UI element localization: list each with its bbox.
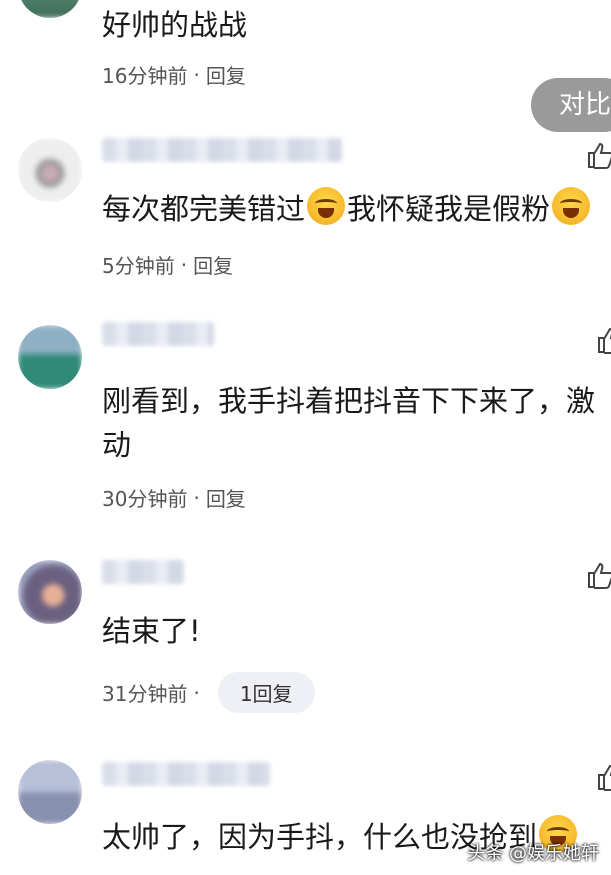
comment-meta: 31分钟前 · 1回复	[102, 672, 315, 713]
like-icon[interactable]	[596, 325, 611, 355]
crying-laughing-emoji-icon	[552, 187, 591, 225]
reply-button[interactable]: 回复	[206, 60, 246, 89]
comment-time: 31分钟前	[102, 682, 188, 706]
reply-button[interactable]: 回复	[193, 250, 233, 279]
username-blurred	[102, 560, 184, 584]
view-replies-button[interactable]: 1回复	[217, 672, 315, 713]
comment-text-line1: 刚看到，我手抖着把抖音下下来了，激	[102, 384, 596, 418]
avatar[interactable]	[18, 325, 82, 389]
avatar[interactable]	[18, 760, 82, 824]
reply-button[interactable]: 回复	[206, 483, 246, 512]
avatar[interactable]	[18, 560, 82, 624]
crying-laughing-emoji-icon	[307, 187, 346, 225]
comment-text: 好帅的战战	[102, 8, 248, 42]
avatar[interactable]	[18, 0, 82, 18]
username-blurred	[102, 762, 270, 786]
like-icon[interactable]	[586, 560, 611, 590]
comment-text: 每次都完美错过 我怀疑我是假粉	[102, 184, 592, 234]
comment-meta: 16分钟前 · 回复	[102, 60, 246, 89]
username-blurred	[102, 138, 342, 162]
comment-text: 结束了!	[102, 614, 201, 648]
comment-text-line2: 动	[102, 428, 132, 462]
username-blurred	[102, 322, 214, 346]
comment-meta: 30分钟前 · 回复	[102, 483, 246, 512]
compare-button[interactable]: 对比	[531, 78, 611, 132]
comment-meta: 5分钟前 · 回复	[102, 250, 233, 279]
like-icon[interactable]	[586, 140, 611, 170]
comment-time: 5分钟前	[102, 254, 175, 278]
watermark: 头条 @娱乐她轩	[467, 843, 599, 864]
comment-time: 30分钟前	[102, 487, 188, 511]
like-icon[interactable]	[596, 762, 611, 792]
avatar[interactable]	[18, 138, 82, 202]
comment-time: 16分钟前	[102, 64, 188, 88]
